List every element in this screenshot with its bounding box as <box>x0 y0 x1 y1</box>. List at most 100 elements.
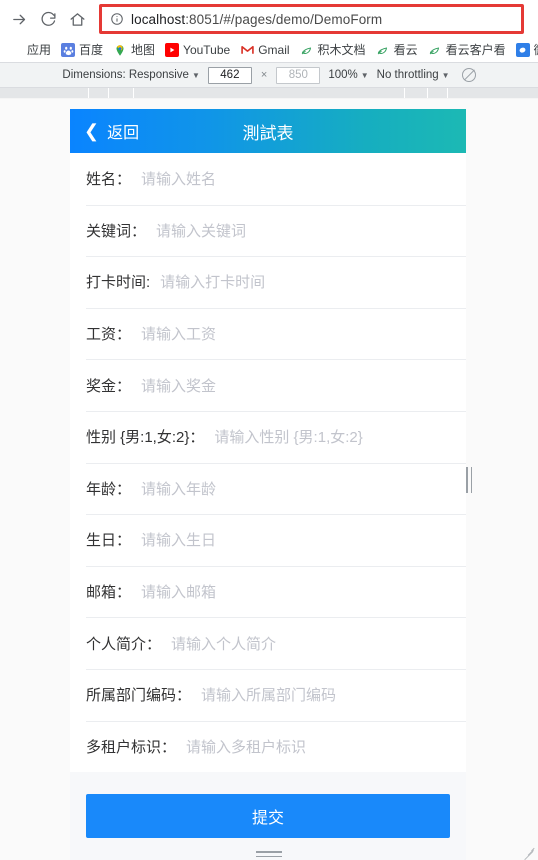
address-bar-container: localhost:8051/#/pages/demo/DemoForm <box>99 4 524 34</box>
viewport-width-input[interactable]: 462 <box>207 66 252 84</box>
form-row-profile[interactable]: 个人简介： 请输入个人简介 <box>70 617 466 669</box>
bonus-input[interactable]: 请输入奖金 <box>141 375 450 396</box>
viewport-resize-handle-right[interactable] <box>466 467 472 493</box>
field-label: 工资： <box>86 326 132 344</box>
salary-input[interactable]: 请输入工资 <box>141 323 450 344</box>
gender-input[interactable]: 请输入性别 {男:1,女:2} <box>214 426 450 447</box>
bookmark-baidu[interactable]: 百度 <box>56 39 108 61</box>
bookmark-youtube[interactable]: YouTube <box>160 39 235 61</box>
form-row-keyword[interactable]: 关键词： 请输入关键词 <box>70 204 466 257</box>
field-label: 性别 {男:1,女:2}： <box>86 429 205 447</box>
youtube-icon <box>165 43 180 57</box>
submit-button-container: 提交 <box>70 772 466 839</box>
viewport-resize-handle-bottom[interactable] <box>256 851 282 857</box>
leaf-icon <box>376 43 390 57</box>
bookmark-label: 看云 <box>393 43 418 57</box>
field-label: 关键词： <box>86 222 147 240</box>
bookmark-maps[interactable]: 地图 <box>108 39 160 61</box>
zoom-dropdown[interactable]: 100% ▼ <box>328 69 368 81</box>
ruler-tick <box>447 88 448 98</box>
back-button[interactable]: ❮ 返回 <box>70 119 139 143</box>
dimensions-label: Dimensions: Responsive <box>62 69 189 81</box>
url-path: :8051/#/pages/demo/DemoForm <box>185 11 383 27</box>
field-label: 邮箱： <box>86 584 132 602</box>
info-circle-icon[interactable] <box>110 12 124 26</box>
chevron-down-icon: ▼ <box>360 70 369 80</box>
field-label: 奖金： <box>86 377 132 395</box>
field-label: 年龄： <box>86 480 132 498</box>
bookmark-weifu[interactable]: 微服 <box>511 39 538 61</box>
ruler-tick <box>108 88 109 98</box>
bookmark-apps[interactable]: 应用 <box>4 39 56 61</box>
gmail-icon <box>240 43 254 57</box>
blue-square-icon <box>515 43 530 57</box>
bookmark-label: YouTube <box>183 43 231 57</box>
home-icon[interactable] <box>64 6 90 32</box>
form-row-name[interactable]: 姓名： 请输入姓名 <box>70 153 466 205</box>
viewport-resize-handle-corner[interactable] <box>523 845 535 860</box>
chevron-down-icon: ▼ <box>191 70 200 80</box>
apps-grid-icon <box>9 43 23 57</box>
browser-toolbar: localhost:8051/#/pages/demo/DemoForm <box>0 0 538 38</box>
chevron-left-icon: ❮ <box>84 121 100 141</box>
form-row-email[interactable]: 邮箱： 请输入邮箱 <box>70 565 466 618</box>
form-row-tenant-id[interactable]: 多租户标识： 请输入多租户标识 <box>70 720 466 773</box>
field-label: 姓名： <box>86 171 132 189</box>
url-host: localhost <box>131 11 186 27</box>
form-row-department-code[interactable]: 所属部门编码： 请输入所属部门编码 <box>70 668 466 721</box>
baidu-paw-icon <box>61 43 76 57</box>
bookmark-kanyun-customer[interactable]: 看云客户看 <box>423 39 511 61</box>
forward-icon[interactable] <box>6 6 32 32</box>
bookmark-jimu-docs[interactable]: 积木文档 <box>295 39 371 61</box>
bookmark-label: 微服 <box>534 44 538 56</box>
form-row-age[interactable]: 年龄： 请输入年龄 <box>70 462 466 515</box>
age-input[interactable]: 请输入年龄 <box>141 478 450 499</box>
email-input[interactable]: 请输入邮箱 <box>141 581 450 602</box>
reload-icon[interactable] <box>35 6 61 32</box>
name-input[interactable]: 请输入姓名 <box>141 168 450 189</box>
map-pin-icon <box>113 43 127 57</box>
profile-input[interactable]: 请输入个人简介 <box>171 633 450 654</box>
address-bar[interactable]: localhost:8051/#/pages/demo/DemoForm <box>99 4 524 34</box>
field-label: 生日： <box>86 532 132 550</box>
form-row-gender[interactable]: 性别 {男:1,女:2}： 请输入性别 {男:1,女:2} <box>70 410 466 463</box>
field-label: 打卡时间: <box>86 274 151 292</box>
form-row-punch-time[interactable]: 打卡时间: 请输入打卡时间 <box>70 256 466 308</box>
viewport-height-input[interactable]: 850 <box>276 66 321 84</box>
form-field-list: 姓名： 请输入姓名 关键词： 请输入关键词 打卡时间: 请输入打卡时间 工资： … <box>70 153 466 773</box>
url-text: localhost:8051/#/pages/demo/DemoForm <box>131 12 382 27</box>
app-header: ❮ 返回 測試表 <box>70 109 466 153</box>
bookmark-label: 百度 <box>79 43 104 57</box>
form-row-birthday[interactable]: 生日： 请输入生日 <box>70 514 466 566</box>
viewport-ruler <box>0 88 538 99</box>
bookmark-label: 积木文档 <box>317 43 366 57</box>
department-code-input[interactable]: 请输入所属部门编码 <box>201 684 450 705</box>
bookmark-kanyun[interactable]: 看云 <box>371 39 423 61</box>
form-row-salary[interactable]: 工资： 请输入工资 <box>70 307 466 360</box>
bookmark-gmail[interactable]: Gmail <box>235 39 294 61</box>
bookmarks-bar: 应用 百度 地图 YouTube Gmail 积木文档 看云 看云客户看 <box>0 38 538 62</box>
ruler-tick <box>404 88 405 98</box>
form-row-bonus[interactable]: 奖金： 请输入奖金 <box>70 359 466 411</box>
ruler-tick <box>88 88 89 98</box>
throttling-label: No throttling <box>376 69 439 81</box>
punch-time-input[interactable]: 请输入打卡时间 <box>160 271 450 292</box>
device-viewport: ❮ 返回 測試表 姓名： 请输入姓名 关键词： 请输入关键词 打卡时间: 请输入… <box>70 109 466 860</box>
field-label: 多租户标识： <box>86 738 177 756</box>
network-offline-icon[interactable] <box>461 68 476 82</box>
back-label: 返回 <box>107 125 140 142</box>
ruler-tick <box>427 88 428 98</box>
keyword-input[interactable]: 请输入关键词 <box>156 220 450 241</box>
bookmark-label: 看云客户看 <box>445 43 506 57</box>
ruler-tick <box>133 88 134 98</box>
device-emulation-toolbar: Dimensions: Responsive ▼ 462 × 850 100% … <box>0 62 538 88</box>
bookmark-label: Gmail <box>258 43 290 57</box>
chevron-down-icon: ▼ <box>441 70 450 80</box>
bookmark-label: 地图 <box>131 43 156 57</box>
submit-button[interactable]: 提交 <box>86 794 450 839</box>
throttling-dropdown[interactable]: No throttling ▼ <box>377 69 450 81</box>
birthday-input[interactable]: 请输入生日 <box>141 529 450 550</box>
dimensions-dropdown[interactable]: Dimensions: Responsive ▼ <box>62 69 199 81</box>
tenant-id-input[interactable]: 请输入多租户标识 <box>186 736 450 757</box>
leaf-icon <box>300 43 314 57</box>
